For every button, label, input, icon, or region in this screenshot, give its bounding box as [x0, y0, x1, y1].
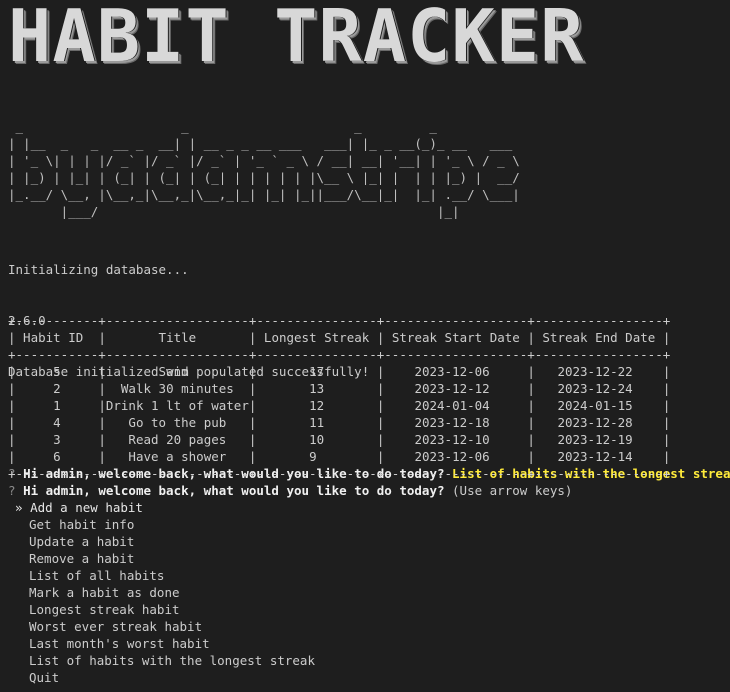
table-row: | 2 | Walk 30 minutes | 13 | 2023-12-12 …	[8, 381, 671, 396]
menu-item[interactable]: Remove a habit	[8, 550, 315, 567]
table-row: | 1 |Drink 1 lt of water| 12 | 2024-01-0…	[8, 398, 671, 413]
table-cell: 6	[15, 449, 99, 464]
menu-item[interactable]: Last month's worst habit	[8, 635, 315, 652]
log-line: Initializing database...	[8, 262, 189, 277]
menu-item-label: Mark a habit as done	[29, 585, 180, 600]
table-cell: 12	[256, 398, 377, 413]
table-cell: 17	[256, 364, 377, 379]
menu-item-label: Add a new habit	[30, 500, 143, 515]
table-border: +-----------+-------------------+-------…	[8, 466, 671, 481]
prompt-question: Hi admin, welcome back, what would you l…	[23, 483, 445, 498]
table-row: | 5 | Swim | 17 | 2023-12-06 | 2023-12-2…	[8, 364, 671, 379]
table-cell: Walk 30 minutes	[105, 381, 249, 396]
prompt-hint: (Use arrow keys)	[452, 483, 573, 498]
menu-item[interactable]: List of all habits	[8, 567, 315, 584]
menu-item[interactable]: Get habit info	[8, 516, 315, 533]
table-cell: Drink 1 lt of water	[105, 398, 249, 413]
table-cell: 3	[15, 432, 99, 447]
menu-item-label: List of all habits	[29, 568, 165, 583]
column-header: Longest Streak	[256, 330, 377, 345]
menu-item-label: Last month's worst habit	[29, 636, 210, 651]
table-cell: 11	[256, 415, 377, 430]
column-header: Title	[105, 330, 249, 345]
menu-item-label: Get habit info	[29, 517, 135, 532]
table-cell: 2023-12-28	[534, 415, 663, 430]
table-cell: Swim	[105, 364, 249, 379]
table-row: | 3 | Read 20 pages | 10 | 2023-12-10 | …	[8, 432, 671, 447]
table-cell: 2023-12-18	[384, 415, 528, 430]
menu-item-label: Remove a habit	[29, 551, 135, 566]
menu-item[interactable]: List of habits with the longest streak	[8, 652, 315, 669]
menu-item-label: Update a habit	[29, 534, 135, 549]
menu-item-label: List of habits with the longest streak	[29, 653, 315, 668]
prompt-active: ? Hi admin, welcome back, what would you…	[8, 482, 572, 499]
table-cell: 2023-12-06	[384, 364, 528, 379]
table-cell: Have a shower	[105, 449, 249, 464]
table-cell: 13	[256, 381, 377, 396]
menu-item[interactable]: Longest streak habit	[8, 601, 315, 618]
table-cell: 10	[256, 432, 377, 447]
menu-item-label: Longest streak habit	[29, 602, 180, 617]
terminal-window: HABIT TRACKER _ _ _ _ | |__ _ _ __ _ __|…	[8, 0, 730, 692]
table-cell: 1	[15, 398, 99, 413]
table-border: +-----------+-------------------+-------…	[8, 313, 671, 328]
column-header: Streak End Date	[534, 330, 663, 345]
menu-item[interactable]: Update a habit	[8, 533, 315, 550]
table-cell: 2023-12-10	[384, 432, 528, 447]
table-cell: 9	[256, 449, 377, 464]
menu-item[interactable]: Mark a habit as done	[8, 584, 315, 601]
table-cell: 2024-01-15	[534, 398, 663, 413]
table-cell: 2	[15, 381, 99, 396]
table-cell: 2023-12-24	[534, 381, 663, 396]
table-cell: Read 20 pages	[105, 432, 249, 447]
question-mark-icon: ?	[8, 483, 16, 498]
menu-item[interactable]: Quit	[8, 669, 315, 686]
table-cell: 2023-12-12	[384, 381, 528, 396]
menu-item[interactable]: » Add a new habit	[8, 499, 315, 516]
table-cell: 2024-01-04	[384, 398, 528, 413]
table-cell: Go to the pub	[105, 415, 249, 430]
habits-table: +-----------+-------------------+-------…	[8, 312, 670, 482]
menu-item-label: Quit	[29, 670, 60, 685]
table-header-row: | Habit ID | Title | Longest Streak | St…	[8, 330, 671, 345]
table-cell: 5	[15, 364, 99, 379]
table-row: | 4 | Go to the pub | 11 | 2023-12-18 | …	[8, 415, 671, 430]
banner-title: HABIT TRACKER	[8, 0, 585, 78]
table-cell: 2023-12-14	[534, 449, 663, 464]
table-cell: 2023-12-06	[384, 449, 528, 464]
table-row: | 6 | Have a shower | 9 | 2023-12-06 | 2…	[8, 449, 671, 464]
column-header: Habit ID	[15, 330, 99, 345]
banner-subtitle-ascii: _ _ _ _ | |__ _ _ __ _ __| | __ _ _ __ _…	[8, 119, 520, 219]
selection-pointer-icon: »	[15, 500, 31, 515]
menu-item[interactable]: Worst ever streak habit	[8, 618, 315, 635]
table-cell: 2023-12-19	[534, 432, 663, 447]
action-menu: » Add a new habit Get habit info Update a …	[8, 499, 315, 686]
menu-item-label: Worst ever streak habit	[29, 619, 203, 634]
table-cell: 4	[15, 415, 99, 430]
table-border: +-----------+-------------------+-------…	[8, 347, 671, 362]
column-header: Streak Start Date	[384, 330, 528, 345]
table-cell: 2023-12-22	[534, 364, 663, 379]
